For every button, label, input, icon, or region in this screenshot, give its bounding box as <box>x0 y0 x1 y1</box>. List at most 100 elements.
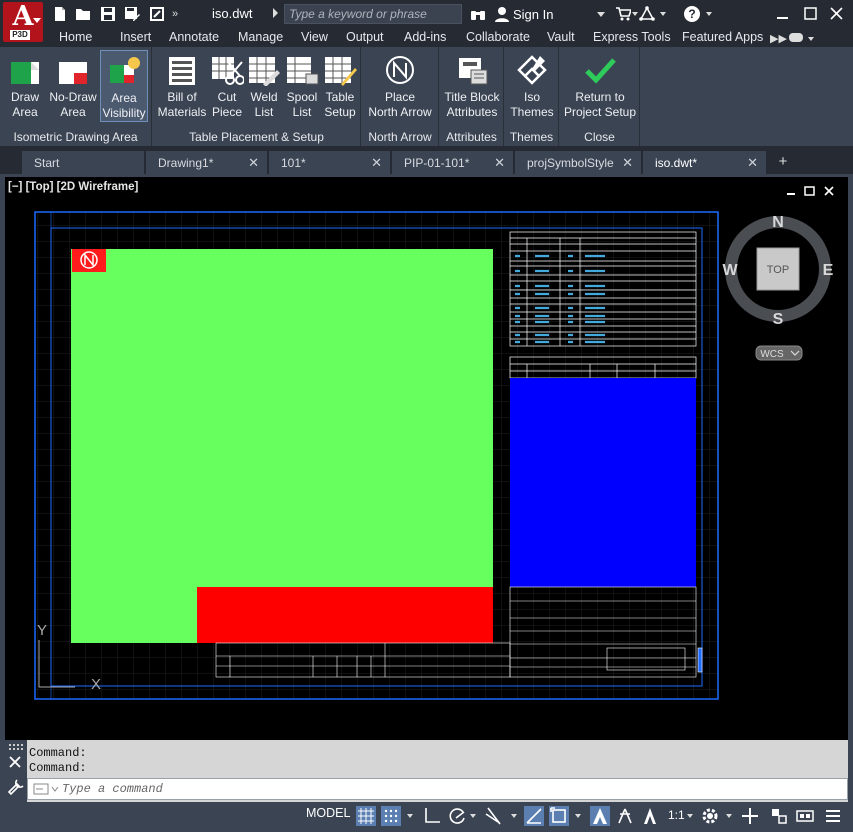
bill-of-materials-button[interactable]: Bill of Materials <box>155 50 209 122</box>
compass-east-label[interactable]: E <box>823 262 834 279</box>
snap-mode-icon[interactable] <box>381 806 401 826</box>
polar-caret-icon[interactable] <box>470 814 476 818</box>
sign-in-button[interactable]: Sign In <box>513 7 553 22</box>
new-tab-icon[interactable]: + <box>774 154 792 171</box>
ribbon-tab-add-ins[interactable]: Add-ins <box>404 30 446 44</box>
ortho-mode-icon[interactable] <box>422 806 442 826</box>
search-expand-icon[interactable] <box>273 8 278 18</box>
ribbon-tab-collaborate[interactable]: Collaborate <box>466 30 530 44</box>
viewport-controls-label[interactable]: [−] [Top] [2D Wireframe] <box>8 181 138 193</box>
ribbon-tab-view[interactable]: View <box>301 30 328 44</box>
close-tab-icon[interactable]: ✕ <box>248 155 259 171</box>
workspace-caret-icon[interactable] <box>726 814 732 818</box>
isolate-objects-icon[interactable] <box>769 806 789 826</box>
customization-menu-icon[interactable] <box>823 806 843 826</box>
close-tab-icon[interactable]: ✕ <box>494 155 505 171</box>
ribbon-display-toggle-icon[interactable] <box>789 33 803 42</box>
plot-icon[interactable] <box>149 6 165 22</box>
iso-themes-button[interactable]: Iso Themes <box>507 50 557 122</box>
polar-tracking-icon[interactable] <box>447 806 467 826</box>
doc-tab-projsymbolstyle[interactable]: projSymbolStyle ✕ <box>515 151 641 174</box>
snap-caret-icon[interactable] <box>407 814 413 818</box>
area-visibility-button[interactable]: Area Visibility <box>100 50 148 122</box>
annotation-visibility-icon[interactable] <box>590 806 610 826</box>
drag-handle-icon[interactable] <box>9 744 23 750</box>
sign-in-caret-icon[interactable] <box>597 12 605 17</box>
connect-icon[interactable] <box>639 6 655 22</box>
connect-caret-icon[interactable] <box>660 12 666 16</box>
ribbon-tab-manage[interactable]: Manage <box>238 30 283 44</box>
object-snap-icon[interactable] <box>549 806 569 826</box>
viewport-restore-icon[interactable] <box>804 186 815 196</box>
ribbon-display-caret-icon[interactable] <box>808 37 814 41</box>
minimize-icon[interactable] <box>774 5 792 23</box>
viewcube[interactable]: TOP N S E W WCS <box>722 214 834 361</box>
save-icon[interactable] <box>100 6 116 22</box>
north-arrow-symbol[interactable] <box>72 249 106 272</box>
viewport-minimize-icon[interactable] <box>787 193 795 195</box>
save-as-icon[interactable] <box>124 6 140 22</box>
search-input[interactable] <box>284 4 462 24</box>
drawing-canvas[interactable]: Y X TOP N S E W WCS [−] [Top] [2D Wirefr… <box>5 177 848 740</box>
ribbon-tab-express-tools[interactable]: Express Tools <box>593 30 671 44</box>
doc-tab-iso-dwt[interactable]: iso.dwt* ✕ <box>643 151 766 174</box>
help-caret-icon[interactable] <box>706 12 712 16</box>
user-icon[interactable] <box>494 6 510 22</box>
customize-wrench-icon[interactable] <box>7 779 24 796</box>
cart-caret-icon[interactable] <box>632 12 638 16</box>
grid-toggle-icon[interactable] <box>356 806 376 826</box>
ribbon-tab-output[interactable]: Output <box>346 30 384 44</box>
doc-tab-101[interactable]: 101* ✕ <box>269 151 390 174</box>
annotation-monitor-icon[interactable] <box>740 806 760 826</box>
spool-list-button[interactable]: Spool List <box>284 50 320 122</box>
place-north-arrow-button[interactable]: Place North Arrow <box>364 50 436 122</box>
open-folder-icon[interactable] <box>75 6 91 22</box>
application-menu-button[interactable]: A P3D <box>3 2 43 42</box>
doc-tab-start[interactable]: Start <box>22 151 144 174</box>
compass-west-label[interactable]: W <box>722 262 738 279</box>
table-area-region[interactable] <box>510 378 696 587</box>
isodraft-caret-icon[interactable] <box>511 814 517 818</box>
command-input[interactable] <box>62 782 762 796</box>
return-to-project-setup-button[interactable]: Return to Project Setup <box>562 50 638 122</box>
ribbon-tab-vault[interactable]: Vault <box>547 30 575 44</box>
viewport-close-icon[interactable] <box>824 186 834 196</box>
close-tab-icon[interactable]: ✕ <box>622 155 633 171</box>
hardware-acceleration-icon[interactable] <box>795 806 815 826</box>
weld-list-button[interactable]: Weld List <box>246 50 282 122</box>
ribbon-tab-home[interactable]: Home <box>59 30 92 44</box>
no-draw-area-button[interactable]: No-Draw Area <box>47 50 99 122</box>
draw-area-region[interactable] <box>71 249 493 643</box>
compass-north-label[interactable]: N <box>772 214 784 231</box>
auto-scale-icon[interactable] <box>615 806 635 826</box>
no-draw-area-region[interactable] <box>197 587 493 643</box>
isodraft-icon[interactable] <box>484 806 504 826</box>
cart-icon[interactable] <box>615 6 633 22</box>
new-file-icon[interactable] <box>52 6 68 22</box>
more-tabs-icon[interactable]: ▶▶ <box>770 32 787 45</box>
close-tab-icon[interactable]: ✕ <box>371 155 382 171</box>
maximize-icon[interactable] <box>802 5 820 23</box>
table-setup-button[interactable]: Table Setup <box>321 50 359 122</box>
binoculars-icon[interactable] <box>470 6 486 22</box>
workspace-gear-icon[interactable] <box>700 806 720 826</box>
object-snap-tracking-icon[interactable] <box>524 806 544 826</box>
annotation-scale-icon[interactable] <box>640 806 660 826</box>
close-tab-icon[interactable]: ✕ <box>747 155 758 171</box>
help-icon[interactable]: ? <box>684 6 700 22</box>
cut-piece-button[interactable]: Cut Piece <box>209 50 245 122</box>
object-snap-caret-icon[interactable] <box>575 814 581 818</box>
command-prompt-icon[interactable] <box>31 779 61 799</box>
more-quick-access-icon[interactable]: » <box>172 8 188 24</box>
ribbon-tab-annotate[interactable]: Annotate <box>169 30 219 44</box>
close-command-icon[interactable] <box>9 756 21 768</box>
compass-south-label[interactable]: S <box>773 311 784 328</box>
draw-area-button[interactable]: Draw Area <box>4 50 46 122</box>
model-space-button[interactable]: MODEL <box>306 806 350 820</box>
ribbon-tab-featured-apps[interactable]: Featured Apps <box>682 30 763 44</box>
annotation-scale-value[interactable]: 1:1 <box>668 808 685 822</box>
ribbon-tab-insert[interactable]: Insert <box>120 30 151 44</box>
title-block-attributes-button[interactable]: Title Block Attributes <box>442 50 502 122</box>
scale-caret-icon[interactable] <box>687 814 693 818</box>
doc-tab-drawing1[interactable]: Drawing1* ✕ <box>146 151 267 174</box>
